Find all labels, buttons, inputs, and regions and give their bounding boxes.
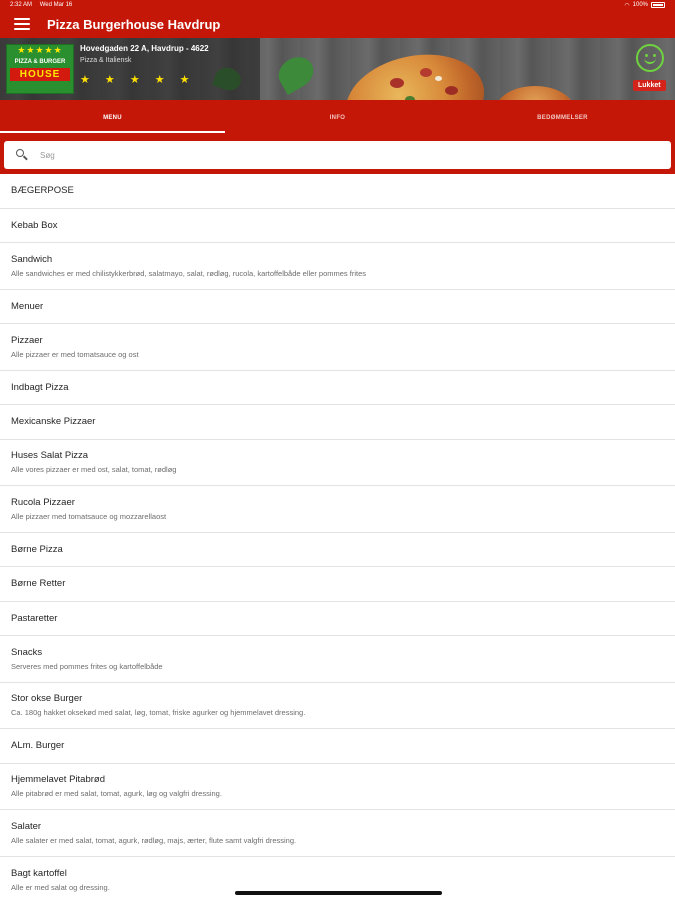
menu-item[interactable]: Salater Alle salater er med salat, tomat,… bbox=[0, 810, 675, 857]
menu-item-title: Rucola Pizzaer bbox=[11, 496, 75, 508]
menu-item-title: Snacks bbox=[11, 646, 43, 658]
menu-item-title: Pastaretter bbox=[11, 612, 58, 624]
pizza-slice-image bbox=[495, 86, 575, 100]
menu-list: BÆGERPOSE Kebab Box Sandwich Alle sandwic… bbox=[0, 174, 675, 900]
menu-item[interactable]: Børne Pizza bbox=[0, 533, 675, 567]
tab-bar: MENU INFO BEDØMMELSER bbox=[0, 100, 675, 135]
menu-item-description: Alle pizzaer med tomatsauce og mozzarell… bbox=[11, 511, 167, 521]
menu-item[interactable]: Børne Retter bbox=[0, 567, 675, 602]
menu-item[interactable]: BÆGERPOSE bbox=[0, 174, 675, 209]
menu-item-title: Mexicanske Pizzaer bbox=[11, 416, 96, 428]
wifi-icon: ◠ bbox=[624, 2, 630, 9]
menu-item[interactable]: Menuer bbox=[0, 290, 675, 324]
menu-item-description: Alle salater er med salat, tomat, agurk,… bbox=[11, 835, 297, 845]
menu-item[interactable]: Pizzaer Alle pizzaer er med tomatsauce og… bbox=[0, 324, 675, 371]
menu-item-title: Sandwich bbox=[11, 253, 53, 265]
restaurant-banner: ★★★★★ PIZZA & BURGER HOUSE Hovedgaden 22… bbox=[0, 38, 675, 100]
status-right: ◠ 100% bbox=[624, 2, 665, 9]
menu-item[interactable]: Kebab Box bbox=[0, 209, 675, 243]
menu-item-description: Alle pitabrød er med salat, tomat, agurk… bbox=[11, 789, 222, 799]
restaurant-category: Pizza & Italiensk bbox=[80, 57, 132, 64]
menu-item[interactable]: Mexicanske Pizzaer bbox=[0, 405, 675, 440]
menu-item[interactable]: Stor okse Burger Ca. 180g hakket oksekød … bbox=[0, 683, 675, 729]
status-badge: Lukket bbox=[633, 80, 666, 91]
menu-item-title: Hjemmelavet Pitabrød bbox=[11, 774, 105, 786]
menu-item-title: Bagt kartoffel bbox=[11, 867, 67, 879]
restaurant-logo: ★★★★★ PIZZA & BURGER HOUSE bbox=[6, 44, 74, 94]
search-bar bbox=[0, 135, 675, 174]
menu-item-title: Salater bbox=[11, 820, 42, 832]
menu-item-description: Ca. 180g hakket oksekød med salat, løg, … bbox=[11, 708, 306, 718]
menu-item-title: Kebab Box bbox=[11, 219, 58, 231]
menu-item[interactable]: Snacks Serveres med pommes frites og kart… bbox=[0, 636, 675, 683]
menu-icon[interactable] bbox=[14, 18, 30, 30]
menu-item-title: Stor okse Burger bbox=[11, 693, 83, 705]
menu-item-description: Alle vores pizzaer er med ost, salat, to… bbox=[11, 465, 177, 475]
menu-item-title: Indbagt Pizza bbox=[11, 381, 69, 393]
menu-item-description: Alle sandwiches er med chilistykkerbrød,… bbox=[11, 268, 367, 278]
search-input[interactable] bbox=[40, 150, 600, 160]
status-time: 2:32 AM bbox=[10, 2, 33, 8]
menu-item[interactable]: Rucola Pizzaer Alle pizzaer med tomatsauc… bbox=[0, 486, 675, 533]
menu-item-description: Serveres med pommes frites og kartoffelb… bbox=[11, 661, 163, 671]
status-date: Wed Mar 16 bbox=[39, 2, 73, 8]
status-bar: 2:32 AM Wed Mar 16 ◠ 100% bbox=[0, 0, 675, 10]
menu-item-title: Pizzaer bbox=[11, 334, 43, 346]
tab-info[interactable]: INFO bbox=[225, 100, 450, 135]
app-bar: Pizza Burgerhouse Havdrup bbox=[0, 10, 675, 38]
battery-percent: 100% bbox=[632, 2, 648, 8]
pizza-image bbox=[337, 42, 493, 100]
restaurant-address: Hovedgaden 22 A, Havdrup - 4622 bbox=[80, 44, 209, 53]
menu-item-description: Alle pizzaer er med tomatsauce og ost bbox=[11, 349, 139, 359]
search-icon bbox=[16, 149, 28, 161]
logo-stars: ★★★★★ bbox=[17, 45, 63, 55]
menu-item[interactable]: Pastaretter bbox=[0, 602, 675, 636]
menu-item-title: BÆGERPOSE bbox=[11, 185, 74, 197]
logo-line2: HOUSE bbox=[10, 68, 70, 81]
menu-item-title: Huses Salat Pizza bbox=[11, 450, 89, 462]
battery-icon bbox=[651, 2, 665, 8]
menu-item[interactable]: Huses Salat Pizza Alle vores pizzaer er m… bbox=[0, 440, 675, 486]
menu-item-title: Børne Retter bbox=[11, 578, 66, 590]
smiley-icon bbox=[636, 44, 664, 72]
tab-reviews[interactable]: BEDØMMELSER bbox=[450, 100, 675, 135]
home-indicator[interactable] bbox=[235, 891, 442, 895]
menu-item-title: Menuer bbox=[11, 300, 44, 312]
search-box[interactable] bbox=[4, 141, 671, 169]
menu-item-title: ALm. Burger bbox=[11, 740, 65, 752]
rating-stars: ★ ★ ★ ★ ★ bbox=[80, 74, 196, 86]
tab-menu[interactable]: MENU bbox=[0, 100, 225, 135]
menu-item[interactable]: Sandwich Alle sandwiches er med chilistyk… bbox=[0, 243, 675, 290]
status-left: 2:32 AM Wed Mar 16 bbox=[10, 2, 78, 8]
menu-item[interactable]: Hjemmelavet Pitabrød Alle pitabrød er med… bbox=[0, 764, 675, 810]
app-title: Pizza Burgerhouse Havdrup bbox=[47, 16, 221, 32]
menu-item-title: Børne Pizza bbox=[11, 543, 63, 555]
menu-item[interactable]: ALm. Burger bbox=[0, 729, 675, 764]
menu-item[interactable]: Indbagt Pizza bbox=[0, 371, 675, 405]
logo-line1: PIZZA & BURGER bbox=[14, 59, 66, 65]
